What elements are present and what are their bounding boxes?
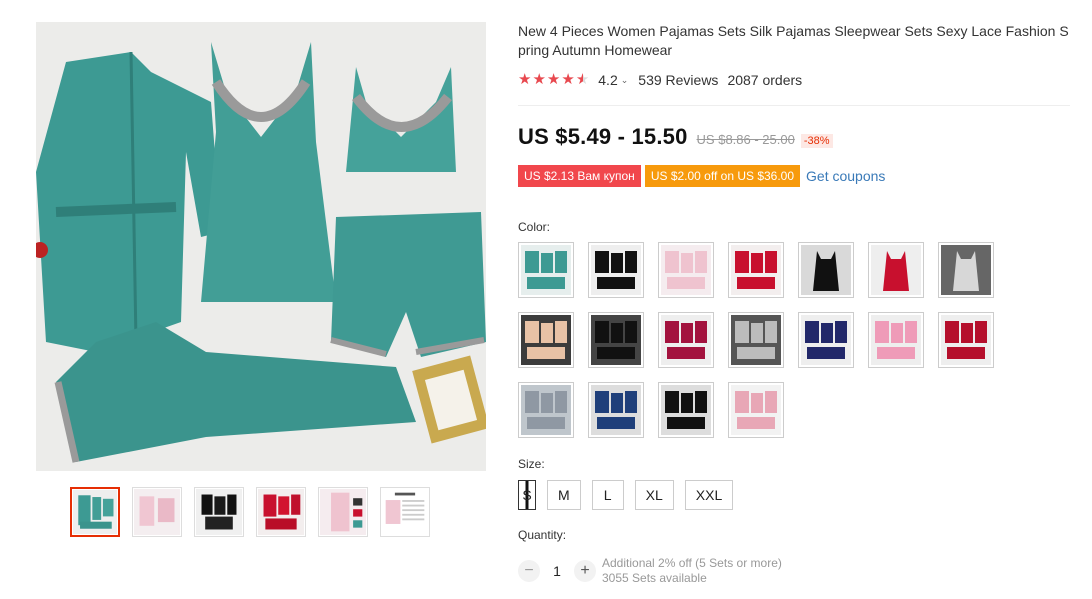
swatch-image [731,385,781,435]
swatch-inner [661,245,711,295]
swatch-image [591,315,641,365]
swatch-inner [591,315,641,365]
star-icon: ★ [546,71,561,88]
swatch-image [801,315,851,365]
swatch-inner [941,315,991,365]
discount-badge: -38% [800,134,833,148]
get-coupons-link[interactable]: Get coupons [806,168,885,184]
divider [518,105,1070,106]
thumbnail-strip [70,487,430,537]
color-swatch-teal-4pc[interactable] [518,242,574,298]
size-option-l[interactable]: L [591,480,624,510]
thumbnail-2[interactable] [132,487,182,537]
swatch-image [871,245,921,295]
size-option-s[interactable]: S [518,480,536,510]
swatch-inner [521,385,571,435]
swatch-image [661,315,711,365]
thumbnail-3[interactable] [194,487,244,537]
size-option-m[interactable]: M [547,480,581,510]
color-swatch-pink-lace-set[interactable] [728,382,784,438]
quantity-value[interactable]: 1 [540,563,574,579]
swatch-inner [521,245,571,295]
color-swatch-pink-4pc[interactable] [658,242,714,298]
color-swatch-black-set[interactable] [588,312,644,368]
color-swatch-red-4pc[interactable] [728,242,784,298]
thumbnail-1[interactable] [70,487,120,537]
price-row: US $5.49 - 15.50 US $8.86 - 25.00 -38% [518,124,833,150]
coupon-row: US $2.13 Вам купон US $2.00 off on US $3… [518,165,885,187]
color-swatch-red-set[interactable] [938,312,994,368]
star-rating: ★ ★ ★ ★ ★ [518,72,589,88]
product-title: New 4 Pieces Women Pajamas Sets Silk Paj… [518,23,1069,58]
swatch-inner [941,245,991,295]
swatch-inner [731,245,781,295]
orders-count: 2087 orders [727,72,803,88]
size-label: Size: [518,457,545,471]
size-option-xl[interactable]: XL [634,480,674,510]
quantity-label: Quantity: [518,528,567,542]
swatch-image [591,245,641,295]
color-swatch-navy-lace-set[interactable] [588,382,644,438]
rating-row: ★ ★ ★ ★ ★ 4.2 ⌄ 539 Reviews 2087 orders [518,72,803,89]
swatch-image [801,245,851,295]
color-swatch-black-lace-set[interactable] [658,382,714,438]
price: US $5.49 - 15.50 [518,124,688,149]
color-swatch-red-slip[interactable] [868,242,924,298]
swatch-inner [801,245,851,295]
swatch-image [941,245,991,295]
thumbnail-4[interactable] [256,487,306,537]
star-half-icon: ★ [575,71,590,88]
swatch-image [521,245,571,295]
original-price: US $8.86 - 25.00 [696,132,795,147]
quantity-info: Additional 2% off (5 Sets or more) 3055 … [602,556,782,586]
color-swatch-pink-set[interactable] [868,312,924,368]
swatch-image [521,315,571,365]
color-swatch-navy-set[interactable] [798,312,854,368]
color-swatch-grey-lace-set[interactable] [518,382,574,438]
swatch-image [731,245,781,295]
swatch-inner [521,315,571,365]
size-option-xxl[interactable]: XXL [684,480,734,510]
swatch-inner [801,315,851,365]
color-swatch-black-4pc[interactable] [588,242,644,298]
color-swatch-grey-set[interactable] [728,312,784,368]
swatch-image [731,315,781,365]
thumbnail-6-size-chart[interactable] [380,487,430,537]
swatch-image [591,385,641,435]
star-icon: ★ [561,71,575,88]
plus-icon[interactable]: + [574,560,596,582]
color-swatch-silver-slip[interactable] [938,242,994,298]
swatch-image [871,315,921,365]
rating-value[interactable]: 4.2 [598,72,617,88]
store-coupon[interactable]: US $2.13 Вам купон [518,165,641,187]
swatch-inner [871,315,921,365]
color-label: Color: [518,220,551,234]
quantity-stepper: − 1 + Additional 2% off (5 Sets or more)… [518,556,782,586]
star-icon: ★ [532,71,546,88]
stock-available: 3055 Sets available [602,571,707,585]
color-swatch-black-slip[interactable] [798,242,854,298]
chevron-down-icon[interactable]: ⌄ [621,75,629,86]
swatch-inner [731,385,781,435]
swatch-image [521,385,571,435]
color-swatch-wine-set[interactable] [658,312,714,368]
thumbnail-5[interactable] [318,487,368,537]
swatch-image [661,385,711,435]
swatch-image [941,315,991,365]
bulk-discount-note: Additional 2% off (5 Sets or more) [602,556,782,570]
select-coupon[interactable]: US $2.00 off on US $36.00 [644,165,801,187]
star-icon: ★ [518,71,532,88]
main-product-image[interactable] [36,22,486,471]
swatch-inner [591,385,641,435]
swatch-inner [591,245,641,295]
swatch-inner [871,245,921,295]
swatch-inner [731,315,781,365]
minus-icon[interactable]: − [518,560,540,582]
swatch-image [661,245,711,295]
reviews-link[interactable]: 539 Reviews [638,72,718,88]
swatch-inner [661,315,711,365]
swatch-inner [661,385,711,435]
size-options: S M L XL XXL [518,480,734,510]
color-swatch-champagne-set[interactable] [518,312,574,368]
